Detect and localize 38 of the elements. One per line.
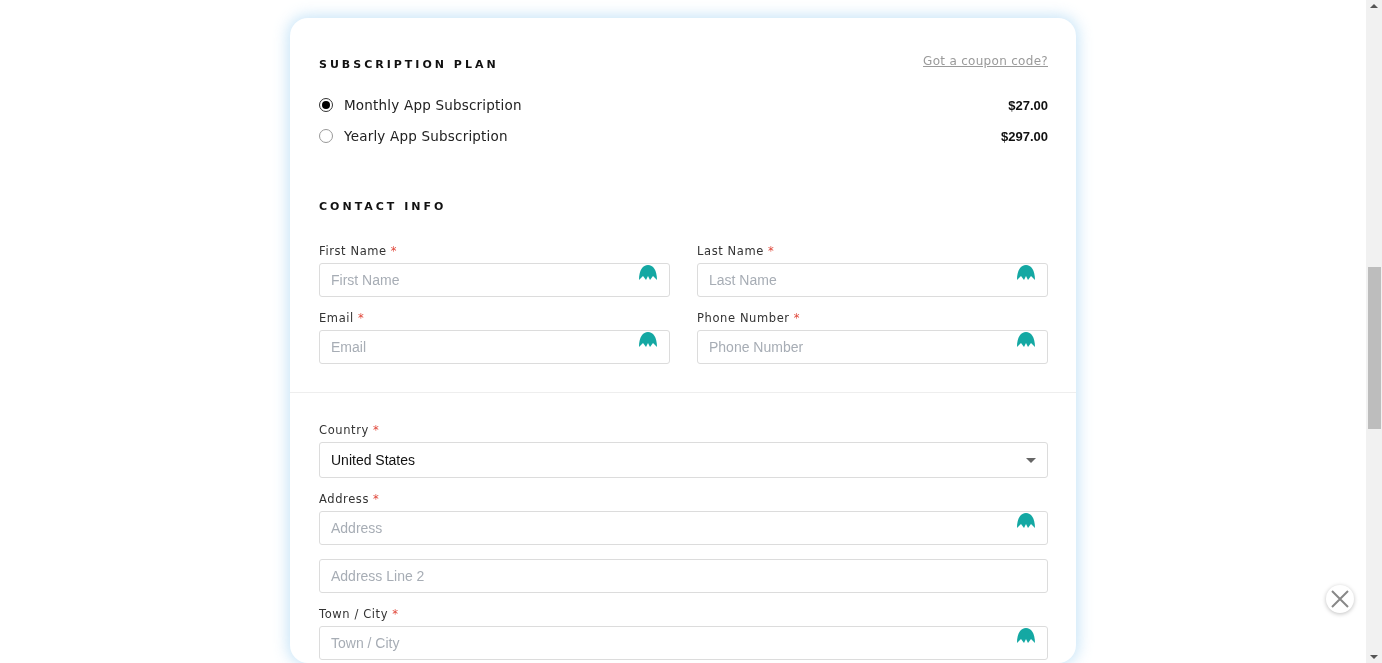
required-asterisk: * <box>357 311 365 325</box>
required-asterisk: * <box>767 244 775 258</box>
input-field[interactable]: First Name <box>319 263 670 297</box>
dropdown-caret-icon <box>1026 457 1036 463</box>
password-manager-icon[interactable] <box>1016 627 1036 644</box>
plan-label[interactable]: Yearly App Subscription <box>344 128 1001 144</box>
field-label: Country <box>319 423 369 437</box>
required-asterisk: * <box>390 244 398 258</box>
close-button[interactable] <box>1326 585 1354 613</box>
input-field[interactable]: Address Line 2 <box>319 559 1048 593</box>
password-manager-icon[interactable] <box>1016 264 1036 281</box>
plan-label[interactable]: Monthly App Subscription <box>344 97 1009 113</box>
scrollbar-thumb[interactable] <box>1368 267 1381 429</box>
plan-price: $27.00 <box>1008 97 1048 113</box>
password-manager-icon[interactable] <box>1016 512 1036 529</box>
input-field[interactable]: Phone Number <box>697 330 1048 364</box>
field-label: First Name <box>319 244 387 258</box>
field-label: Last Name <box>697 244 764 258</box>
required-asterisk: * <box>373 492 380 506</box>
section-heading: SUBSCRIPTION PLAN <box>319 57 499 71</box>
section-heading: CONTACT INFO <box>319 199 448 213</box>
field-label: Phone Number <box>697 311 790 325</box>
input-field[interactable]: Town / City <box>319 626 1048 660</box>
password-manager-icon[interactable] <box>1016 331 1036 348</box>
input-field[interactable]: Email <box>319 330 670 364</box>
input-field[interactable]: Address <box>319 511 1048 545</box>
password-manager-icon[interactable] <box>638 331 658 348</box>
required-asterisk: * <box>793 311 801 325</box>
password-manager-icon[interactable] <box>638 264 658 281</box>
field-label: Town / City <box>319 607 389 621</box>
required-asterisk: * <box>372 423 380 437</box>
plan-price: $297.00 <box>1001 128 1048 144</box>
field-label: Address <box>319 492 369 506</box>
field-label: Email <box>319 311 354 325</box>
country-select[interactable]: United States <box>319 442 1048 478</box>
required-asterisk: * <box>392 607 399 621</box>
input-field[interactable]: Last Name <box>697 263 1048 297</box>
close-icon <box>1331 590 1349 608</box>
